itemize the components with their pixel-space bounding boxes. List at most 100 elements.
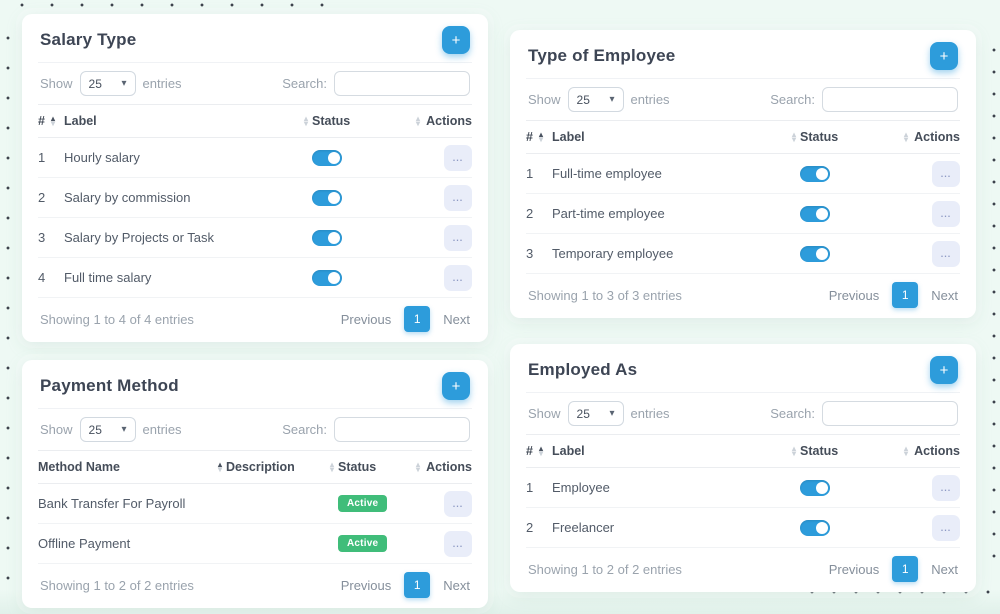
dot-pattern-right (990, 38, 996, 574)
pagination: Previous 1 Next (829, 282, 958, 308)
showing-entries-text: Showing 1 to 2 of 2 entries (40, 578, 194, 593)
previous-button[interactable]: Previous (829, 562, 880, 577)
sort-icon: ▴▾ (218, 462, 222, 472)
show-label: Show (528, 92, 561, 107)
show-label: Show (40, 76, 73, 91)
card-header: Employed As + (526, 344, 960, 393)
sort-icon: ▴▾ (539, 446, 543, 456)
previous-button[interactable]: Previous (341, 312, 392, 327)
row-actions-button[interactable]: ... (932, 475, 960, 501)
entries-label: entries (143, 76, 182, 91)
pagination: Previous 1 Next (341, 306, 470, 332)
status-toggle[interactable] (312, 230, 342, 246)
next-button[interactable]: Next (931, 288, 958, 303)
column-header-actions: Actions (424, 114, 472, 128)
next-button[interactable]: Next (931, 562, 958, 577)
column-header-description[interactable]: Description ▴▾ (226, 460, 338, 474)
page-number-button[interactable]: 1 (892, 282, 918, 308)
pagination: Previous 1 Next (829, 556, 958, 582)
table-footer: Showing 1 to 3 of 3 entries Previous 1 N… (526, 274, 960, 318)
page-number-button[interactable]: 1 (404, 572, 430, 598)
add-button[interactable]: + (930, 356, 958, 384)
selected-length: 25 (89, 423, 102, 437)
column-header-num[interactable]: # ▴▾ (526, 130, 552, 144)
column-header-status[interactable]: Status ▴▾ (800, 130, 912, 144)
status-toggle[interactable] (800, 520, 830, 536)
row-number: 1 (526, 166, 552, 181)
table-footer: Showing 1 to 2 of 2 entries Previous 1 N… (38, 564, 472, 608)
table-body: 1 Employee ... 2 Freelancer ... (526, 468, 960, 548)
search-label: Search: (770, 92, 815, 107)
row-actions-button[interactable]: ... (444, 225, 472, 251)
page-number-button[interactable]: 1 (404, 306, 430, 332)
row-actions-button[interactable]: ... (444, 145, 472, 171)
page-length-control: Show 25 ▾ entries (528, 401, 670, 426)
row-actions-button[interactable]: ... (444, 265, 472, 291)
add-button[interactable]: + (930, 42, 958, 70)
status-toggle[interactable] (800, 206, 830, 222)
sort-icon: ▴▾ (904, 446, 908, 456)
status-toggle[interactable] (312, 190, 342, 206)
column-header-num[interactable]: # ▴▾ (38, 114, 64, 128)
table-row: 2 Freelancer ... (526, 508, 960, 548)
search-input[interactable] (822, 87, 958, 112)
table-footer: Showing 1 to 2 of 2 entries Previous 1 N… (526, 548, 960, 592)
column-header-num[interactable]: # ▴▾ (526, 444, 552, 458)
column-header-label[interactable]: Label ▴▾ (552, 444, 800, 458)
column-header-method-name[interactable]: Method Name ▴▾ (38, 460, 226, 474)
page-length-control: Show 25 ▾ entries (40, 71, 182, 96)
column-header-status[interactable]: Status ▴▾ (312, 114, 424, 128)
status-toggle[interactable] (800, 166, 830, 182)
add-button[interactable]: + (442, 26, 470, 54)
row-number: 3 (38, 230, 64, 245)
showing-entries-text: Showing 1 to 2 of 2 entries (528, 562, 682, 577)
row-number: 2 (526, 520, 552, 535)
table-controls: Show 25 ▾ entries Search: (526, 393, 960, 434)
row-number: 1 (38, 150, 64, 165)
column-header-actions: Actions (912, 444, 960, 458)
status-toggle[interactable] (312, 150, 342, 166)
row-actions-button[interactable]: ... (932, 161, 960, 187)
card-header: Salary Type + (38, 14, 472, 63)
status-toggle[interactable] (312, 270, 342, 286)
row-actions-button[interactable]: ... (932, 201, 960, 227)
card-payment-method: Payment Method + Show 25 ▾ entries Searc… (22, 360, 488, 608)
table-controls: Show 25 ▾ entries Search: (38, 63, 472, 104)
row-actions-button[interactable]: ... (444, 185, 472, 211)
sort-icon: ▴▾ (416, 462, 420, 472)
entries-length-select[interactable]: 25 ▾ (80, 71, 136, 96)
column-header-label[interactable]: Label ▴▾ (64, 114, 312, 128)
sort-icon: ▴▾ (539, 132, 543, 142)
column-header-label[interactable]: Label ▴▾ (552, 130, 800, 144)
row-actions-button[interactable]: ... (932, 241, 960, 267)
entries-length-select[interactable]: 25 ▾ (568, 87, 624, 112)
page-number-button[interactable]: 1 (892, 556, 918, 582)
table-row: 4 Full time salary ... (38, 258, 472, 298)
status-toggle[interactable] (800, 480, 830, 496)
right-column: Type of Employee + Show 25 ▾ entries Sea… (510, 30, 976, 592)
add-button[interactable]: + (442, 372, 470, 400)
show-label: Show (40, 422, 73, 437)
column-header-status[interactable]: Status ▴▾ (338, 460, 424, 474)
row-actions-button[interactable]: ... (444, 491, 472, 517)
entries-length-select[interactable]: 25 ▾ (568, 401, 624, 426)
next-button[interactable]: Next (443, 578, 470, 593)
search-input[interactable] (822, 401, 958, 426)
sort-icon: ▴▾ (416, 116, 420, 126)
previous-button[interactable]: Previous (341, 578, 392, 593)
sort-icon: ▴▾ (792, 446, 796, 456)
column-header-actions: Actions (912, 130, 960, 144)
entries-length-select[interactable]: 25 ▾ (80, 417, 136, 442)
next-button[interactable]: Next (443, 312, 470, 327)
search-control: Search: (282, 417, 470, 442)
column-header-status[interactable]: Status ▴▾ (800, 444, 912, 458)
row-actions-button[interactable]: ... (444, 531, 472, 557)
row-actions-button[interactable]: ... (932, 515, 960, 541)
status-toggle[interactable] (800, 246, 830, 262)
search-input[interactable] (334, 417, 470, 442)
search-input[interactable] (334, 71, 470, 96)
page-title: Employed As (528, 360, 637, 380)
table-header: # ▴▾ Label ▴▾ Status ▴▾ Actions (526, 434, 960, 468)
search-label: Search: (770, 406, 815, 421)
previous-button[interactable]: Previous (829, 288, 880, 303)
